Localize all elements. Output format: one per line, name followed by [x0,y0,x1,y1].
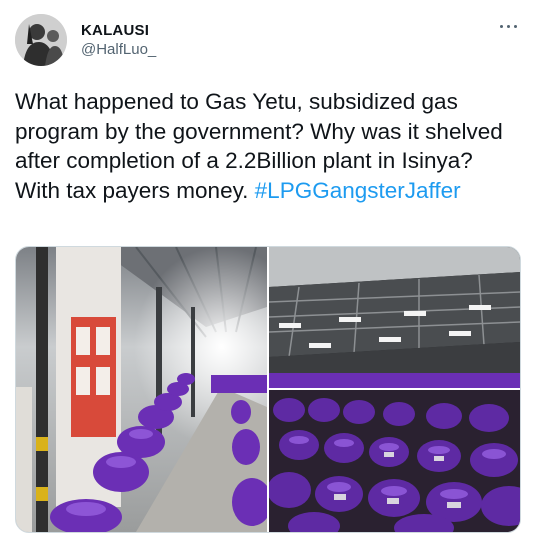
media-image-warehouse-roof[interactable] [269,247,520,388]
avatar[interactable] [15,14,67,66]
media-grid [15,246,521,533]
author-handle[interactable]: @HalfLuo_ [81,41,156,58]
media-image-gas-cylinders[interactable] [269,390,520,532]
hashtag-link[interactable]: #LPGGangsterJaffer [255,178,461,203]
more-dots-icon[interactable] [496,20,522,34]
tweet-text: What happened to Gas Yetu, subsidized ga… [15,87,520,205]
author-name[interactable]: KALAUSI [81,22,149,39]
media-image-warehouse-aisle[interactable] [16,247,267,532]
